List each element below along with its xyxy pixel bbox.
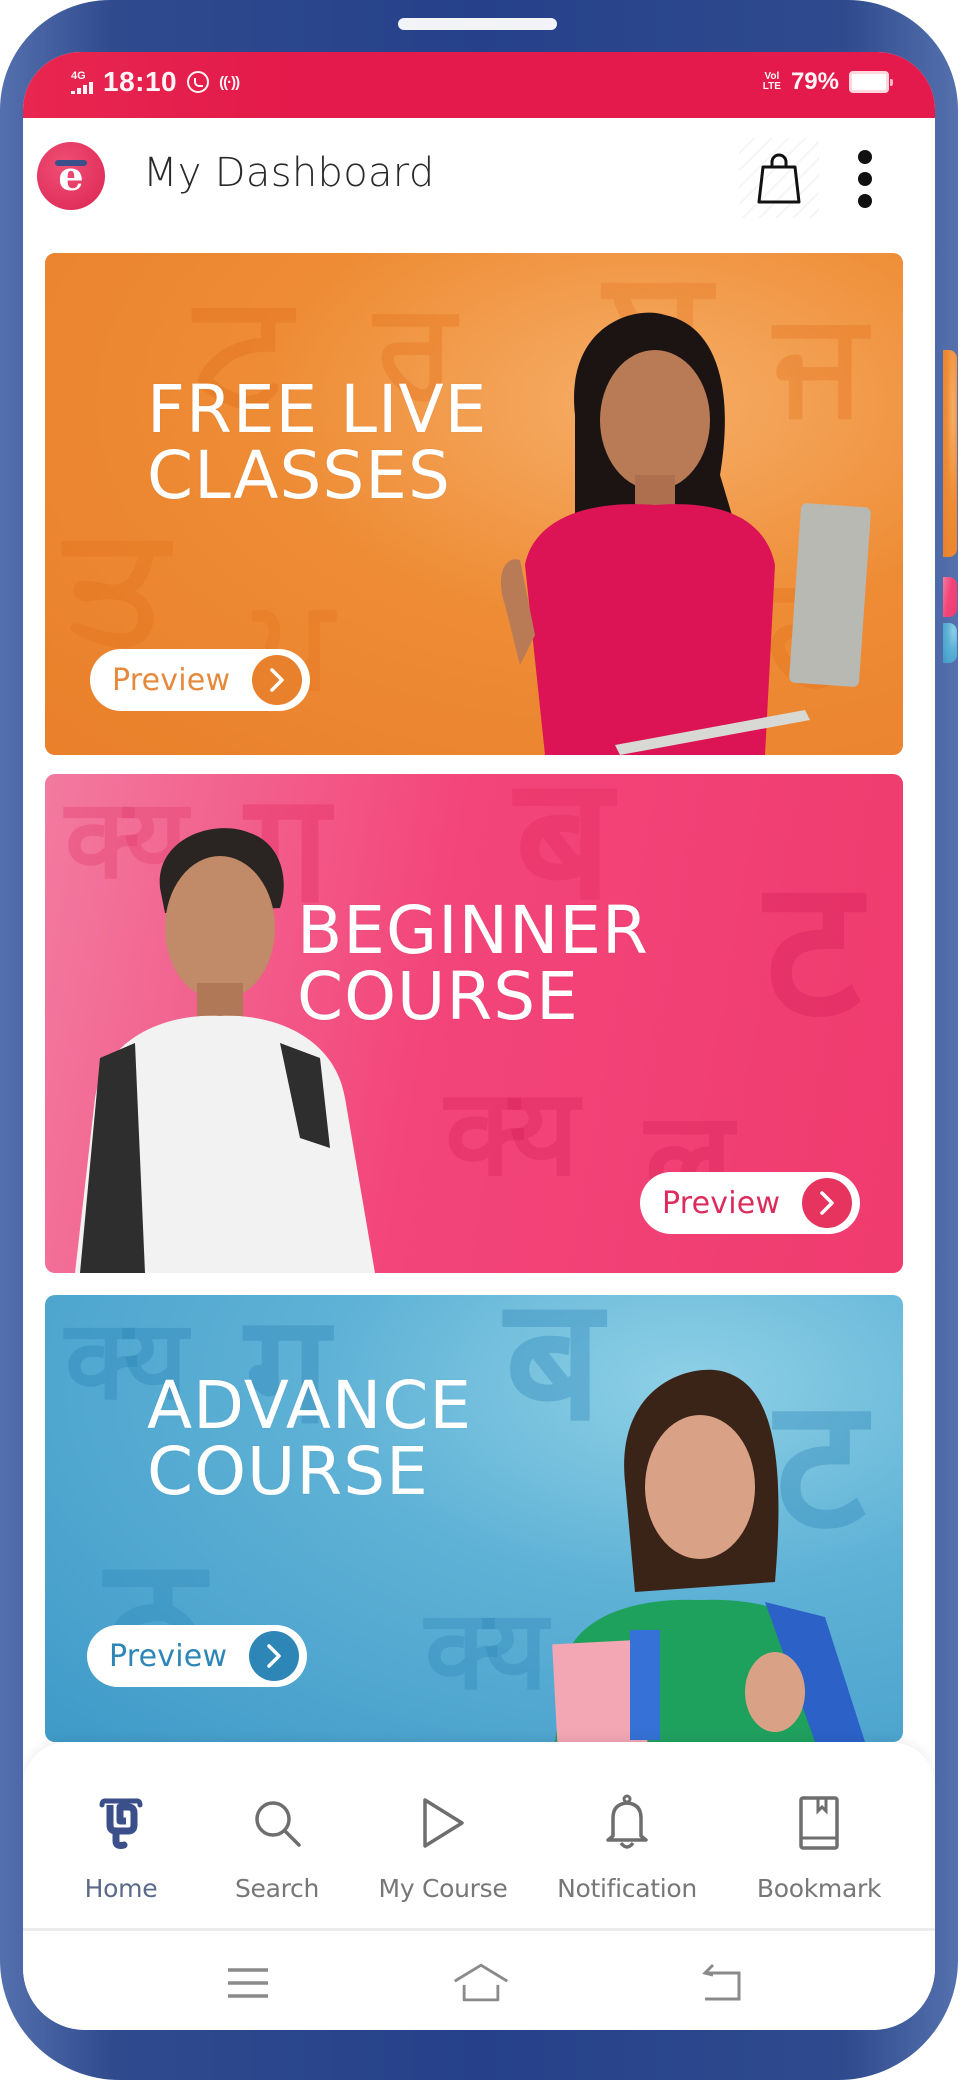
banner-beginner-course[interactable]: क्य ग ब ट क्य ल BEGINNER COURSE Preview: [45, 774, 903, 1273]
bookmark-book-icon: [799, 1796, 839, 1850]
cart-button[interactable]: [739, 138, 819, 218]
home-icon: [454, 1963, 508, 2002]
back-button[interactable]: [691, 1961, 751, 2005]
nav-label: My Course: [378, 1874, 508, 1903]
logo-brow: [55, 160, 87, 166]
banner-preview-button[interactable]: Preview: [640, 1172, 860, 1234]
young-man-with-backpack-image: [75, 828, 375, 1273]
power-button: [943, 623, 957, 663]
app-logo[interactable]: e: [37, 142, 105, 210]
banner-headline: FREE LIVE CLASSES: [147, 371, 488, 514]
signal-icon: 4G: [71, 69, 93, 94]
nav-label: Bookmark: [756, 1874, 882, 1903]
back-icon: [702, 1963, 741, 2001]
nav-item-search[interactable]: Search: [192, 1742, 362, 1928]
more-options-button[interactable]: [845, 144, 885, 214]
dot: [858, 172, 872, 186]
banner-preview-button[interactable]: Preview: [90, 649, 310, 711]
status-time: 18:10: [103, 66, 178, 97]
recents-menu-icon: [228, 1968, 268, 1998]
recents-button[interactable]: [218, 1961, 278, 2005]
hotspot-icon: ((·)): [219, 73, 240, 91]
status-bar: 4G 18:10 ((·)) Vol LTE 79%: [23, 52, 935, 118]
bell-icon: [606, 1794, 648, 1849]
shopping-bag-icon: [757, 153, 801, 204]
search-icon: [255, 1801, 301, 1847]
battery-percent: 79%: [790, 68, 839, 95]
battery-icon: [849, 71, 893, 93]
nav-label: Home: [84, 1874, 158, 1903]
nav-item-notification[interactable]: Notification: [542, 1742, 712, 1928]
chevron-right-icon: [802, 1178, 852, 1228]
home-logo-icon: [99, 1798, 143, 1849]
woman-with-laptop-image: [500, 312, 871, 755]
chevron-right-icon: [249, 1631, 299, 1681]
chevron-right-icon: [252, 655, 302, 705]
whatsapp-icon: [187, 71, 210, 93]
nav-item-bookmark[interactable]: Bookmark: [734, 1742, 904, 1928]
app-header: e My Dashboard: [23, 118, 935, 235]
preview-label: Preview: [662, 1185, 781, 1221]
preview-label: Preview: [109, 1638, 228, 1674]
preview-label: Preview: [112, 662, 231, 698]
nav-item-home[interactable]: Home: [36, 1742, 206, 1928]
phone-screen: 4G 18:10 ((·)) Vol LTE 79% e My Dashboard: [23, 52, 935, 2030]
side-button: [943, 577, 957, 617]
banner-advance-course[interactable]: क्य ग ब ट ठ क्य ADVANCE COURSE Preview: [45, 1295, 903, 1742]
nav-item-my-course[interactable]: My Course: [358, 1742, 528, 1928]
network-type: 4G: [71, 69, 86, 82]
system-home-button[interactable]: [451, 1961, 511, 2005]
bottom-navigation: Home Search My Course Notification Bookm…: [23, 1742, 935, 1928]
banner-free-live-classes[interactable]: ਟ ਰ ਬ ਜ ਤ ਪ ਹ FREE LIVE CLASSES Preview: [45, 253, 903, 755]
banner-headline: ADVANCE COURSE: [147, 1367, 473, 1510]
volume-button: [943, 350, 957, 557]
volte-icon: Vol LTE: [762, 71, 781, 92]
young-woman-with-books-image: [552, 1369, 865, 1742]
nav-label: Search: [234, 1874, 320, 1903]
nav-label: Notification: [557, 1874, 697, 1903]
earpiece-speaker: [398, 18, 557, 30]
play-icon: [423, 1798, 464, 1848]
banner-preview-button[interactable]: Preview: [87, 1625, 307, 1687]
page-title: My Dashboard: [143, 150, 435, 196]
dot: [858, 150, 872, 164]
dot: [858, 194, 872, 208]
system-navigation-bar: [23, 1931, 935, 2030]
